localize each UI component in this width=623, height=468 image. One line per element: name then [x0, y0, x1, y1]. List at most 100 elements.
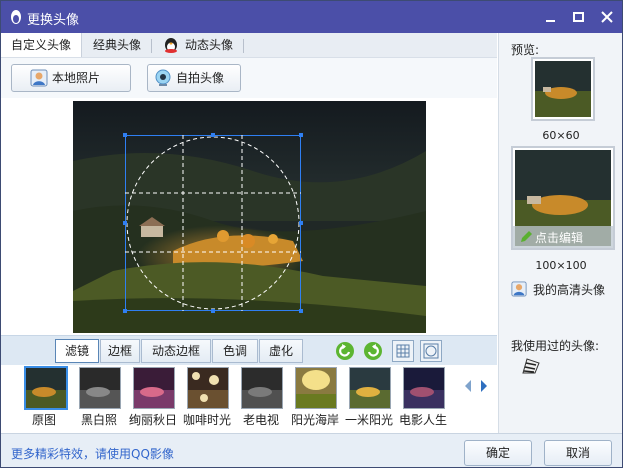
close-icon [601, 11, 613, 23]
preview-small [531, 57, 595, 121]
filter-label: 阳光海岸 [290, 413, 339, 427]
filter-thumb-sunlight[interactable] [349, 367, 391, 409]
crop-guides [125, 135, 301, 311]
photo-user-icon [511, 281, 527, 297]
tab-classic[interactable]: 经典头像 [93, 33, 141, 57]
filter-tab-tone[interactable]: 色调 [212, 339, 258, 363]
crop-handle[interactable] [123, 309, 127, 313]
maximize-icon [573, 12, 584, 22]
edit-overlay[interactable]: 点击编辑 [513, 226, 613, 248]
tab-label: 自定义头像 [10, 38, 71, 52]
close-button[interactable] [597, 7, 617, 27]
undo-icon [336, 342, 354, 360]
minimize-icon [546, 20, 555, 22]
preview-large[interactable]: 点击编辑 [511, 146, 615, 250]
filter-label: 原图 [31, 413, 56, 427]
tab-label: 经典头像 [93, 38, 142, 52]
filter-tab-label: 色调 [222, 344, 247, 358]
filter-gallery: 原图 黑白照 绚丽秋日 咖啡时光 老电视 阳光海岸 一米阳光 电影人生 [1, 365, 497, 431]
used-avatar-item[interactable] [521, 357, 541, 375]
preview-small-image [535, 61, 591, 117]
pencil-icon [521, 231, 532, 242]
cancel-button[interactable]: 取消 [544, 440, 612, 466]
filter-label: 咖啡时光 [182, 413, 231, 427]
circle-icon [423, 343, 439, 359]
crop-handle[interactable] [211, 309, 215, 313]
thumb-image [404, 368, 444, 408]
tab-custom[interactable]: 自定义头像 [1, 33, 82, 57]
scroll-right-icon [481, 380, 487, 392]
crop-handle[interactable] [299, 309, 303, 313]
filter-thumb-autumn[interactable] [133, 367, 175, 409]
thumb-image [26, 368, 66, 408]
grid-toggle-button[interactable] [392, 340, 414, 362]
tab-divider [243, 39, 244, 53]
preview-label: 预览: [511, 43, 540, 57]
crop-selection[interactable] [123, 133, 303, 313]
crop-handle[interactable] [211, 133, 215, 137]
filter-toolbar: 滤镜 边框 动态边框 色调 虚化 [1, 335, 497, 366]
filter-tab-label: 滤镜 [64, 344, 89, 358]
tab-divider [151, 39, 152, 53]
more-effects-link[interactable]: 更多精彩特效，请使用QQ影像 [11, 445, 174, 462]
webcam-label: 自拍头像 [176, 71, 225, 85]
scroll-left-icon [465, 380, 471, 392]
thumb-image [296, 368, 336, 408]
thumb-image [80, 368, 120, 408]
scroll-left-button[interactable] [463, 379, 473, 393]
filter-thumb-original[interactable] [24, 366, 68, 410]
title-bar[interactable]: 更换头像 [1, 1, 622, 33]
qq-penguin-icon [165, 38, 177, 53]
avatar-dialog: 更换头像 自定义头像 经典头像 动态头像 本地照片 自拍头像 滤镜 边框 动态边… [0, 0, 623, 468]
maximize-button[interactable] [569, 7, 589, 27]
filter-tab-label: 动态边框 [151, 344, 200, 358]
redo-button[interactable] [362, 340, 384, 362]
filter-tab-blur[interactable]: 虚化 [259, 339, 303, 363]
redo-icon [364, 342, 382, 360]
ok-button[interactable]: 确定 [464, 440, 532, 466]
filter-tab-label: 边框 [107, 344, 132, 358]
preview-small-size: 60×60 [542, 129, 580, 142]
hd-avatar-link[interactable]: 我的高清头像 [511, 280, 621, 298]
local-photo-label: 本地照片 [52, 71, 101, 85]
used-avatars-label: 我使用过的头像: [511, 339, 600, 353]
filter-thumb-movie[interactable] [403, 367, 445, 409]
crop-handle[interactable] [123, 221, 127, 225]
ok-label: 确定 [485, 446, 510, 460]
cancel-label: 取消 [565, 446, 590, 460]
footer-bar: 更多精彩特效，请使用QQ影像 确定 取消 [1, 433, 622, 467]
crop-handle[interactable] [299, 221, 303, 225]
filter-tab-border[interactable]: 边框 [100, 339, 140, 363]
thumb-image [188, 368, 228, 408]
filter-tab-label: 虚化 [268, 344, 293, 358]
photo-user-icon [30, 69, 48, 87]
filter-label: 黑白照 [80, 413, 117, 427]
filter-thumb-old-tv[interactable] [241, 367, 283, 409]
local-photo-button[interactable]: 本地照片 [11, 64, 131, 92]
filter-thumb-bw[interactable] [79, 367, 121, 409]
circle-toggle-button[interactable] [420, 340, 442, 362]
webcam-icon [155, 69, 171, 86]
action-bar: 本地照片 自拍头像 [1, 58, 497, 98]
crop-handle[interactable] [123, 133, 127, 137]
filter-thumb-sunny-coast[interactable] [295, 367, 337, 409]
edit-hint: 点击编辑 [535, 231, 584, 245]
tab-label: 动态头像 [185, 38, 234, 52]
window-title: 更换头像 [27, 13, 80, 28]
minimize-button[interactable] [541, 7, 561, 27]
grid-icon [396, 344, 410, 358]
filter-thumb-coffee[interactable] [187, 367, 229, 409]
thumb-image [134, 368, 174, 408]
undo-button[interactable] [334, 340, 356, 362]
crop-handle[interactable] [299, 133, 303, 137]
qq-penguin-icon [11, 10, 21, 24]
avatar-tabs: 自定义头像 经典头像 动态头像 [1, 33, 497, 58]
thumb-image [242, 368, 282, 408]
filter-tab-dynamic-border[interactable]: 动态边框 [141, 339, 211, 363]
zebra-icon [522, 358, 540, 374]
webcam-button[interactable]: 自拍头像 [147, 64, 241, 92]
filter-tab-filter[interactable]: 滤镜 [55, 339, 99, 363]
scroll-right-button[interactable] [479, 379, 489, 393]
preview-panel: 预览: 60×60 点击编辑 100×100 我的高清头像 我使用过的头像: [498, 33, 622, 435]
filter-label: 绚丽秋日 [128, 413, 177, 427]
